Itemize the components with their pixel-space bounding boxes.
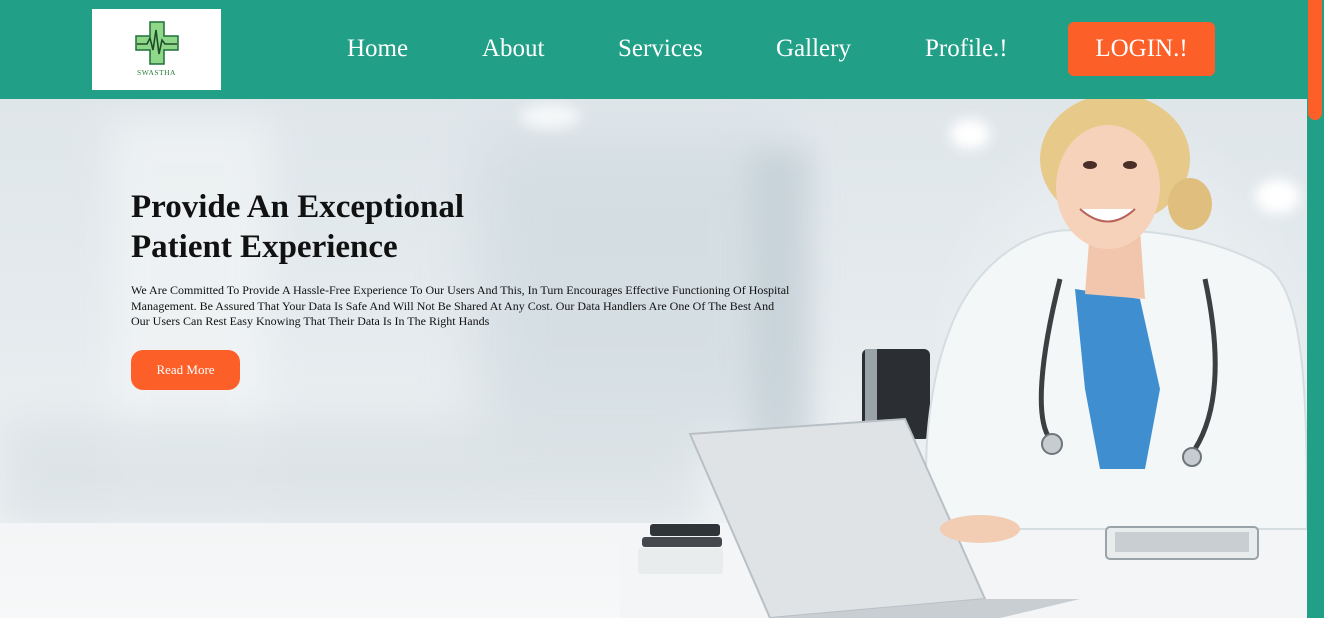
ceiling-light xyxy=(520,104,580,129)
background-blur xyxy=(0,419,700,529)
read-more-button[interactable]: Read More xyxy=(131,350,240,390)
nav-home[interactable]: Home xyxy=(347,34,408,64)
nav-about[interactable]: About xyxy=(482,34,545,64)
doctor-image xyxy=(620,99,1307,618)
nav-gallery[interactable]: Gallery xyxy=(776,34,851,64)
scrollbar-thumb[interactable] xyxy=(1308,0,1322,120)
hero-title-line2: Patient Experience xyxy=(131,229,398,265)
hero-section: Provide An Exceptional Patient Experienc… xyxy=(0,99,1307,618)
nav-services[interactable]: Services xyxy=(618,34,703,64)
login-button[interactable]: LOGIN.! xyxy=(1068,22,1215,76)
hero-title-line1: Provide An Exceptional xyxy=(131,189,465,225)
main-nav: Home About Services Gallery Profile.! LO… xyxy=(0,0,1307,99)
site-header: SWASTHA Home About Services Gallery Prof… xyxy=(0,0,1307,99)
nav-profile[interactable]: Profile.! xyxy=(925,34,1008,64)
